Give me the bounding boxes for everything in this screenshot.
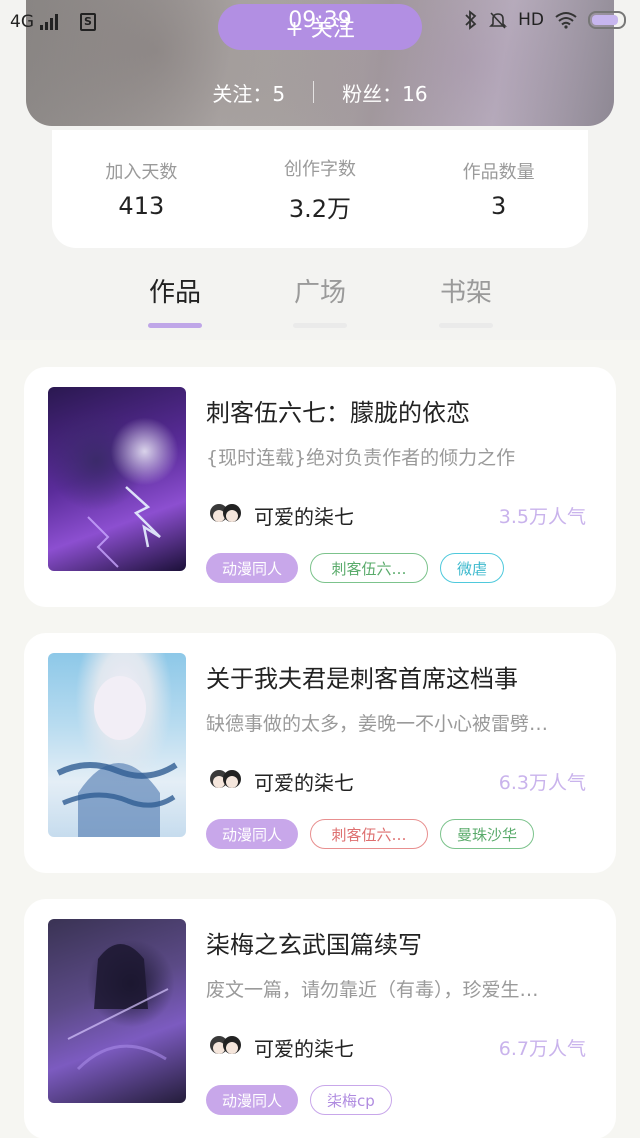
stat-join-days: 加入天数 413 bbox=[61, 158, 221, 220]
stat-label: 加入天数 bbox=[105, 162, 178, 183]
popularity-count: 6.3万人气 bbox=[498, 771, 586, 794]
following-count[interactable]: 关注：5 bbox=[212, 78, 285, 107]
tab-indicator bbox=[148, 323, 202, 328]
divider bbox=[313, 81, 315, 103]
popularity-count: 3.5万人气 bbox=[498, 505, 586, 528]
book-description: {现时连载}绝对负责作者的倾力之作 bbox=[206, 447, 516, 469]
tab-label: 书架 bbox=[439, 278, 492, 308]
stat-label: 创作字数 bbox=[283, 158, 356, 180]
wifi-icon bbox=[555, 12, 577, 29]
book-title[interactable]: 刺客伍六七：朦胧的依恋 bbox=[206, 393, 470, 428]
stat-value: 3 bbox=[491, 192, 507, 220]
followers-count[interactable]: 粉丝：16 bbox=[342, 78, 427, 107]
tag-list: 动漫同人 刺客伍六… 微虐 bbox=[206, 553, 505, 583]
tag[interactable]: 曼珠沙华 bbox=[440, 819, 535, 849]
book-card[interactable]: 刺客伍六七：朦胧的依恋 {现时连载}绝对负责作者的倾力之作 可爱的柒七 3.5万… bbox=[24, 367, 616, 607]
book-description: 废文一篇，请勿靠近（有毒），珍爱生… bbox=[206, 979, 539, 1001]
author-row: 可爱的柒七 6.7万人气 bbox=[206, 1027, 586, 1067]
book-card[interactable]: 柒梅之玄武国篇续写 废文一篇，请勿靠近（有毒），珍爱生… 可爱的柒七 6.7万人… bbox=[24, 899, 616, 1138]
author-name[interactable]: 可爱的柒七 bbox=[254, 767, 499, 796]
tag[interactable]: 柒梅cp bbox=[310, 1085, 392, 1115]
author-name[interactable]: 可爱的柒七 bbox=[254, 501, 499, 530]
stat-work-count: 作品数量 3 bbox=[419, 158, 579, 220]
stat-label: 作品数量 bbox=[462, 162, 535, 183]
stat-word-count: 创作字数 3.2万 bbox=[240, 155, 400, 224]
tag[interactable]: 微虐 bbox=[440, 553, 505, 583]
avatar[interactable] bbox=[206, 496, 244, 534]
author-stats-card: 加入天数 413 创作字数 3.2万 作品数量 3 bbox=[52, 130, 588, 248]
cover-art-icon bbox=[67, 944, 169, 1071]
hd-label: HD bbox=[518, 10, 544, 30]
tag[interactable]: 刺客伍六… bbox=[310, 819, 429, 849]
tag-list: 动漫同人 柒梅cp bbox=[206, 1085, 392, 1115]
tag[interactable]: 动漫同人 bbox=[206, 1085, 299, 1115]
tab-plaza[interactable]: 广场 bbox=[270, 272, 370, 328]
tag[interactable]: 动漫同人 bbox=[206, 819, 299, 849]
tab-indicator bbox=[293, 323, 347, 328]
tab-works[interactable]: 作品 bbox=[125, 272, 225, 328]
tab-label: 作品 bbox=[148, 278, 201, 308]
tab-bookshelf[interactable]: 书架 bbox=[416, 272, 516, 328]
book-cover-image[interactable] bbox=[48, 653, 186, 837]
tab-bar: 作品 广场 书架 bbox=[0, 264, 640, 334]
author-row: 可爱的柒七 3.5万人气 bbox=[206, 495, 586, 535]
tab-label: 广场 bbox=[293, 278, 346, 308]
status-bar: 4G S 09:39 HD bbox=[0, 0, 640, 44]
book-title[interactable]: 柒梅之玄武国篇续写 bbox=[206, 925, 422, 960]
bluetooth-icon bbox=[465, 10, 477, 30]
lightning-icon bbox=[87, 486, 161, 568]
battery-icon bbox=[588, 11, 626, 29]
book-cover-image[interactable] bbox=[48, 919, 186, 1103]
author-name[interactable]: 可爱的柒七 bbox=[254, 1033, 499, 1062]
tab-indicator bbox=[439, 323, 493, 328]
works-list: 刺客伍六七：朦胧的依恋 {现时连载}绝对负责作者的倾力之作 可爱的柒七 3.5万… bbox=[0, 340, 640, 1138]
mute-bell-icon bbox=[489, 12, 508, 29]
book-title[interactable]: 关于我夫君是刺客首席这档事 bbox=[206, 659, 518, 694]
tag-list: 动漫同人 刺客伍六… 曼珠沙华 bbox=[206, 819, 535, 849]
tag[interactable]: 动漫同人 bbox=[206, 553, 299, 583]
cover-art-icon bbox=[56, 676, 178, 837]
book-description: 缺德事做的太多，姜晚一不小心被雷劈… bbox=[206, 713, 549, 735]
stat-value: 413 bbox=[118, 192, 165, 220]
book-cover-image[interactable] bbox=[48, 387, 186, 571]
avatar[interactable] bbox=[206, 762, 244, 800]
avatar[interactable] bbox=[206, 1028, 244, 1066]
book-card[interactable]: 关于我夫君是刺客首席这档事 缺德事做的太多，姜晚一不小心被雷劈… 可爱的柒七 6… bbox=[24, 633, 616, 873]
tag[interactable]: 刺客伍六… bbox=[310, 553, 429, 583]
author-row: 可爱的柒七 6.3万人气 bbox=[206, 761, 586, 801]
follow-stats: 关注：5 粉丝：16 bbox=[0, 78, 640, 106]
popularity-count: 6.7万人气 bbox=[498, 1037, 586, 1060]
stat-value: 3.2万 bbox=[288, 194, 352, 223]
